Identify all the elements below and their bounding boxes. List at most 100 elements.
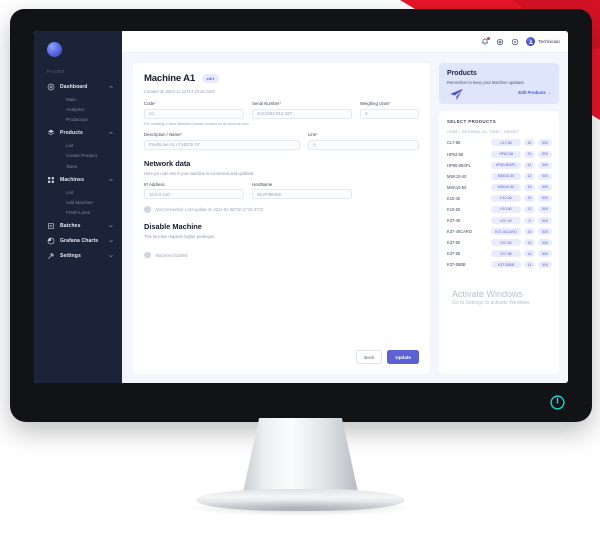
label-line: Line* bbox=[308, 132, 419, 137]
network-section-subtitle: Here you can see if your machine is conn… bbox=[144, 170, 255, 176]
label-units-text: Weighing Units bbox=[360, 101, 389, 106]
chevron-down-icon[interactable] bbox=[108, 253, 114, 259]
product-internal-id-pill: K37-40 bbox=[491, 217, 521, 225]
user-menu[interactable]: Technician bbox=[526, 37, 560, 46]
product-target-pill: 500 bbox=[538, 205, 552, 213]
line-input[interactable]: A bbox=[308, 139, 419, 150]
product-row[interactable]: MSK10-40 MSK10-40 12 500 bbox=[447, 172, 552, 180]
product-row[interactable]: HP62-58 HP62-58 20 500 bbox=[447, 150, 552, 158]
select-products-title: SELECT PRODUCTS bbox=[447, 119, 497, 125]
product-code: K37-55 bbox=[447, 251, 461, 257]
connection-status-toggle[interactable] bbox=[144, 206, 151, 213]
sidebar-subitem-add-machine[interactable]: Add Machine bbox=[34, 197, 122, 207]
settings-icon bbox=[47, 252, 55, 260]
field-serial-number: Serial Number* SAC/093-812-327 bbox=[252, 101, 352, 119]
power-button-icon[interactable] bbox=[549, 394, 566, 411]
hostname-input[interactable]: RevPi88409 bbox=[252, 189, 352, 200]
dashboard-icon bbox=[47, 83, 55, 91]
sidebar-item-machines[interactable]: Machines bbox=[34, 172, 122, 187]
products-icon bbox=[47, 129, 55, 137]
weighing-units-input[interactable]: 3 bbox=[360, 108, 419, 119]
disable-section-subtitle: This function requires higher privileges… bbox=[144, 233, 216, 239]
chevron-down-icon[interactable] bbox=[108, 223, 114, 229]
product-row[interactable]: K37-55 K37-55 14 500 bbox=[447, 250, 552, 258]
product-tare-pill: 15 bbox=[524, 183, 535, 191]
sidebar-subitem-production[interactable]: Production bbox=[34, 114, 122, 124]
product-tare-pill: 30 bbox=[524, 139, 535, 147]
monitor-stand-neck bbox=[243, 418, 358, 492]
paper-plane-icon bbox=[448, 87, 465, 102]
product-internal-id-pill: MSK10-50 bbox=[491, 183, 521, 191]
app-logo[interactable] bbox=[34, 40, 122, 69]
product-internal-id-pill: K37-40CARO bbox=[491, 228, 521, 236]
machine-enabled-toggle[interactable] bbox=[144, 251, 151, 259]
sidebar-subitem-fresh-lines[interactable]: Fresh Lines bbox=[34, 208, 122, 218]
back-button[interactable]: Back bbox=[356, 350, 383, 364]
label-line-text: Line bbox=[308, 132, 317, 138]
sidebar-section-label: PAGES bbox=[47, 69, 66, 74]
product-row[interactable]: K37-50 K37-50 10 500 bbox=[447, 239, 552, 247]
product-row[interactable]: MSK10-50 MSK10-50 15 500 bbox=[447, 183, 552, 191]
chevron-up-icon[interactable] bbox=[108, 84, 114, 90]
product-row[interactable]: K37-40CARO K37-40CARO 16 500 bbox=[447, 228, 552, 236]
product-tare-pill: 12 bbox=[524, 172, 535, 180]
update-button[interactable]: Update bbox=[387, 350, 419, 364]
form-actions: Back Update bbox=[144, 342, 419, 364]
sidebar-subitem-main[interactable]: Main bbox=[34, 94, 122, 104]
product-row[interactable]: CL7-85 CL7-85 30 500 bbox=[447, 139, 552, 147]
form-row-primary: Code* A1 Serial Number* SAC/093-812-327 … bbox=[144, 101, 419, 119]
label-code-text: Code bbox=[144, 101, 155, 106]
sidebar-item-dashboard[interactable]: Dashboard bbox=[34, 79, 122, 94]
edit-badge[interactable]: edit bbox=[201, 74, 219, 83]
product-tare-pill: 10 bbox=[524, 239, 535, 247]
sidebar: PAGES Dashboard Main Analytics Productio… bbox=[34, 31, 122, 383]
connection-status-row: Not Connected. Last update at: 2024-02-0… bbox=[144, 206, 419, 213]
chevron-up-icon[interactable] bbox=[108, 130, 114, 136]
sidebar-subitem-machines-list[interactable]: List bbox=[34, 187, 122, 197]
description-input[interactable]: FreshLine A1 / CHECK 07 bbox=[144, 139, 300, 150]
sidebar-subitem-analytics[interactable]: Analytics bbox=[34, 104, 122, 114]
required-marker: * bbox=[388, 101, 391, 106]
batches-icon bbox=[47, 222, 55, 230]
page-title: Machine A1 bbox=[144, 73, 195, 84]
sidebar-item-grafana-charts[interactable]: Grafana Charts bbox=[34, 234, 122, 249]
help-icon[interactable] bbox=[511, 38, 519, 46]
product-target-pill: 500 bbox=[538, 172, 552, 180]
product-target-pill: 500 bbox=[538, 239, 552, 247]
chevron-down-icon[interactable] bbox=[108, 238, 114, 244]
sidebar-label-machines: Machines bbox=[60, 176, 85, 183]
product-row[interactable]: K37-40 K37-40 9 500 bbox=[447, 217, 552, 225]
ip-address-input[interactable]: 10.0.2.210 bbox=[144, 189, 244, 200]
bell-icon[interactable] bbox=[481, 37, 490, 46]
monitor-screen: PAGES Dashboard Main Analytics Productio… bbox=[34, 31, 568, 383]
product-target-pill: 500 bbox=[538, 228, 552, 236]
product-tare-pill: 14 bbox=[524, 261, 535, 269]
serial-number-input[interactable]: SAC/093-812-327 bbox=[252, 108, 352, 119]
chevron-up-icon[interactable] bbox=[108, 177, 114, 183]
label-description: Description / Name* bbox=[144, 132, 300, 137]
sidebar-subitem-list[interactable]: List bbox=[34, 141, 122, 151]
product-row[interactable]: K37-55BB K37-55BB 14 500 bbox=[447, 261, 552, 269]
field-description: Description / Name* FreshLine A1 / CHECK… bbox=[144, 132, 300, 150]
notification-dot bbox=[487, 37, 490, 40]
main-area: Technician Machine A1 edit Created at: 2… bbox=[122, 31, 568, 383]
sidebar-subitem-tares[interactable]: Tares bbox=[34, 161, 122, 171]
sidebar-subitem-create-product[interactable]: Create Product bbox=[34, 151, 122, 161]
sidebar-item-products[interactable]: Products bbox=[34, 126, 122, 141]
chart-icon bbox=[47, 237, 55, 245]
required-marker: * bbox=[154, 101, 156, 106]
avatar bbox=[526, 37, 536, 46]
gear-icon[interactable] bbox=[496, 38, 504, 46]
products-list: CL7-85 CL7-85 30 500 HP62-58 HP62-58 20 500 HP80… bbox=[447, 139, 552, 272]
product-row[interactable]: K10-40 K10-40 10 500 bbox=[447, 194, 552, 202]
user-name: Technician bbox=[538, 39, 560, 44]
product-row[interactable]: HP80-85SPL HP80-85SPL 41 500 bbox=[447, 161, 552, 169]
product-target-pill: 500 bbox=[538, 194, 552, 202]
product-row[interactable]: K10-50 K10-50 13 500 bbox=[447, 205, 552, 213]
sidebar-item-batches[interactable]: Batches bbox=[34, 219, 122, 234]
label-serial-text: Serial Number bbox=[252, 101, 280, 106]
code-input[interactable]: A1 bbox=[144, 108, 244, 119]
sidebar-item-settings[interactable]: Settings bbox=[34, 249, 122, 264]
product-target-pill: 500 bbox=[538, 183, 552, 191]
connection-status-text: Not Connected. Last update at: 2024-02-0… bbox=[155, 207, 264, 213]
